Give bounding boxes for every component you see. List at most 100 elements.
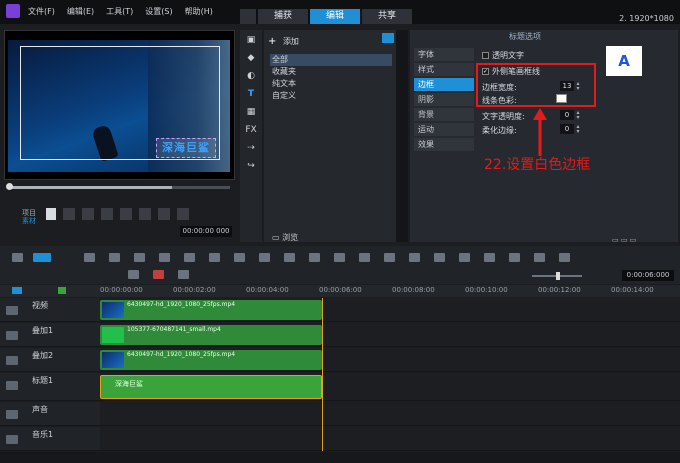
filter-icon[interactable]: FX: [245, 125, 257, 135]
export-icon[interactable]: [559, 253, 570, 262]
stop-icon[interactable]: [63, 208, 75, 220]
home-icon[interactable]: [240, 9, 256, 24]
undo-icon[interactable]: [84, 253, 95, 262]
grid-icon[interactable]: [359, 253, 370, 262]
border-preset-thumbnail[interactable]: A: [606, 46, 642, 76]
zoom-slider[interactable]: [520, 272, 616, 280]
track-header-video[interactable]: 视频: [0, 298, 100, 322]
mask-icon[interactable]: [259, 253, 270, 262]
track-header-overlay1[interactable]: 叠加1: [0, 323, 100, 347]
record-icon[interactable]: [159, 253, 170, 262]
options-tab-motion[interactable]: 运动: [414, 123, 474, 136]
instant-project-icon[interactable]: ◆: [245, 53, 257, 63]
motion-icon[interactable]: ↪: [245, 161, 257, 171]
options-tab-style[interactable]: 样式: [414, 63, 474, 76]
next-frame-icon[interactable]: [120, 208, 132, 220]
split-icon[interactable]: [234, 253, 245, 262]
overlay2-clip[interactable]: 6430497-hd_1920_1080_25fps.mp4: [100, 350, 322, 370]
loop-icon[interactable]: [128, 270, 139, 279]
transparent-text-checkbox[interactable]: [482, 52, 489, 59]
track-lane-voice[interactable]: [100, 402, 680, 426]
text-icon[interactable]: [459, 253, 470, 262]
ripple-icon[interactable]: [178, 270, 189, 279]
track-lane-overlay2[interactable]: 6430497-hd_1920_1080_25fps.mp4: [100, 348, 680, 372]
storyboard-view-icon[interactable]: [12, 253, 23, 262]
soft-edge-input[interactable]: 0: [560, 124, 574, 134]
menu-edit[interactable]: 编辑(E): [67, 6, 94, 17]
track-header-music1[interactable]: 音乐1: [0, 427, 100, 451]
paint-icon[interactable]: [384, 253, 395, 262]
options-tab-shadow[interactable]: 阴影: [414, 93, 474, 106]
fit-icon[interactable]: [184, 253, 195, 262]
rewind-icon[interactable]: [82, 208, 94, 220]
title-icon[interactable]: T: [245, 89, 257, 99]
video-clip[interactable]: 6430497-hd_1920_1080_25fps.mp4: [100, 300, 322, 320]
options-tab-border[interactable]: 边框: [414, 78, 474, 91]
browse-label[interactable]: 浏览: [282, 233, 298, 242]
options-tab-font[interactable]: 字体: [414, 48, 474, 61]
prev-frame-icon[interactable]: [101, 208, 113, 220]
timeline-scrollbar[interactable]: [0, 452, 680, 463]
tab-capture[interactable]: 捕获: [258, 9, 308, 24]
options-tab-effect[interactable]: 效果: [414, 138, 474, 151]
track-lane-music1[interactable]: [100, 427, 680, 451]
library-item-custom[interactable]: 自定义: [270, 90, 392, 102]
track-header-title1[interactable]: 标题1: [0, 373, 100, 401]
menu-help[interactable]: 帮助(H): [185, 6, 213, 17]
volume-icon[interactable]: [177, 208, 189, 220]
library-item-favorites[interactable]: 收藏夹: [270, 66, 392, 78]
media-icon[interactable]: ▣: [245, 35, 257, 45]
multicam-icon[interactable]: [309, 253, 320, 262]
project-label[interactable]: 项目: [22, 209, 36, 217]
motion-track-icon[interactable]: [209, 253, 220, 262]
track-header-overlay2[interactable]: 叠加2: [0, 348, 100, 372]
title-overlay-text[interactable]: 深海巨鲨: [156, 138, 216, 158]
preview-timecode[interactable]: 00:00:00 000: [180, 226, 232, 237]
title-clip[interactable]: 深海巨鲨: [100, 375, 322, 399]
timeline-view-icon[interactable]: [33, 253, 51, 262]
ripple-edit-icon[interactable]: [58, 287, 66, 294]
graphic-icon[interactable]: ▦: [245, 107, 257, 117]
panel-size-icon[interactable]: ▭ ▭ ▭: [612, 236, 636, 244]
speed-icon[interactable]: [409, 253, 420, 262]
library-item-plain-text[interactable]: 纯文本: [270, 78, 392, 90]
stabilize-icon[interactable]: [509, 253, 520, 262]
subtitle-icon[interactable]: [334, 253, 345, 262]
library-pin-icon[interactable]: [382, 33, 394, 43]
forward-icon[interactable]: [139, 208, 151, 220]
transition-icon[interactable]: ◐: [245, 71, 257, 81]
options-tab-background[interactable]: 背景: [414, 108, 474, 121]
track-icon[interactable]: [484, 253, 495, 262]
overlay1-clip[interactable]: 105377-670487141_small.mp4: [100, 325, 322, 345]
timeline-timecode[interactable]: 0:00:06:000: [622, 270, 674, 281]
menu-tools[interactable]: 工具(T): [106, 6, 133, 17]
text-opacity-input[interactable]: 0: [560, 110, 574, 120]
track-lane-title1[interactable]: 深海巨鲨: [100, 373, 680, 401]
color-icon[interactable]: [284, 253, 295, 262]
add-label[interactable]: 添加: [283, 37, 299, 46]
add-icon[interactable]: +: [268, 36, 276, 47]
audio-mix-icon[interactable]: [434, 253, 445, 262]
lens-icon[interactable]: [534, 253, 545, 262]
track-lane-video[interactable]: 6430497-hd_1920_1080_25fps.mp4: [100, 298, 680, 322]
tab-edit[interactable]: 编辑: [310, 9, 360, 24]
clip-label[interactable]: 素材: [22, 217, 36, 225]
mic-icon[interactable]: [153, 270, 164, 279]
menu-file[interactable]: 文件(F): [28, 6, 55, 17]
library-item-all[interactable]: 全部: [270, 54, 392, 66]
cut-icon[interactable]: [109, 253, 120, 262]
track-manager-icon[interactable]: [12, 287, 22, 294]
playhead-line[interactable]: [322, 298, 323, 451]
play-icon[interactable]: [46, 208, 56, 220]
track-header-voice[interactable]: 声音: [0, 402, 100, 426]
timeline-ruler[interactable]: 00:00:00:00 00:00:02:00 00:00:04:00 00:0…: [100, 285, 680, 297]
tab-share[interactable]: 共享: [362, 9, 412, 24]
scrubber-handle[interactable]: [6, 183, 13, 190]
path-icon[interactable]: ⇢: [245, 143, 257, 153]
browse-icon[interactable]: ▭: [272, 233, 280, 242]
text-opacity-spinner[interactable]: ▴ ▾: [575, 110, 581, 121]
menu-settings[interactable]: 设置(S): [145, 6, 172, 17]
redo-icon[interactable]: [134, 253, 145, 262]
soft-edge-spinner[interactable]: ▴ ▾: [575, 124, 581, 135]
repeat-icon[interactable]: [158, 208, 170, 220]
